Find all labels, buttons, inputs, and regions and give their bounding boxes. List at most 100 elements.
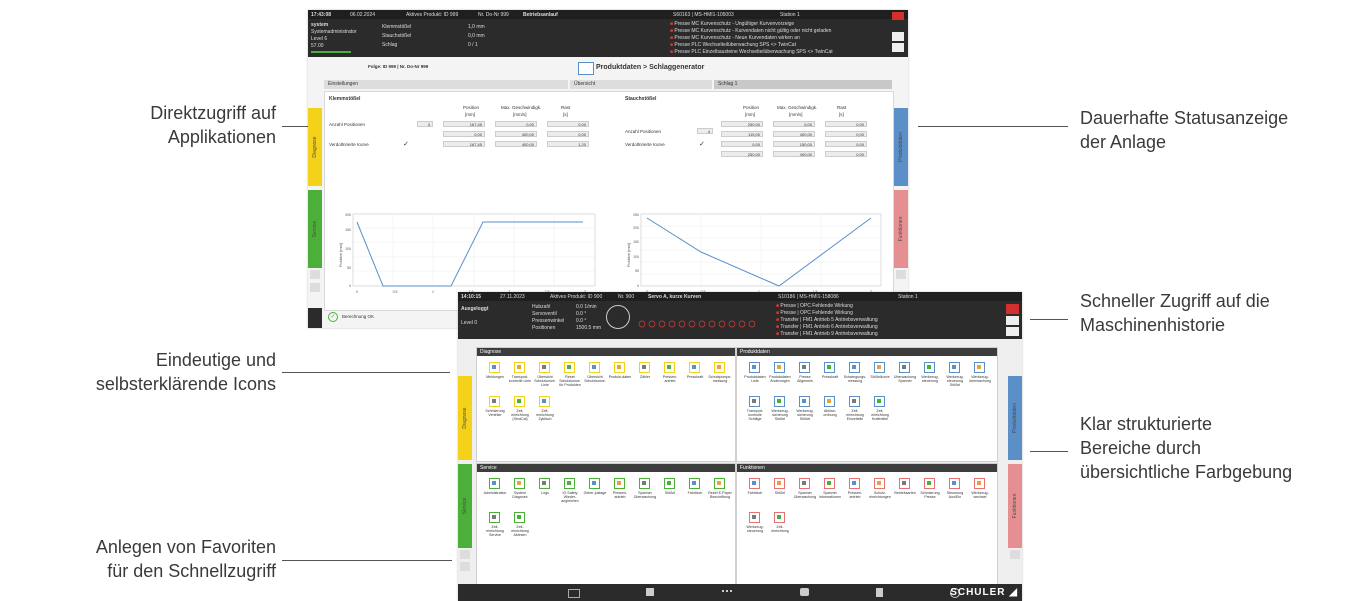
value-input[interactable]: 0,00 — [825, 121, 867, 127]
app-launcher-funktionen[interactable]: Zeit-einrichtung — [768, 512, 792, 544]
app-launcher-produktdaten[interactable]: Ablöse-ordnung — [818, 396, 842, 428]
app-launcher-produktdaten[interactable]: Zeit-einrichtung Kraftmittel — [868, 396, 892, 428]
up-arrow-icon[interactable] — [1006, 316, 1019, 325]
camera-icon[interactable] — [800, 588, 809, 596]
app-launcher-produktdaten[interactable]: Schwingungs-messung — [843, 362, 867, 394]
value-input[interactable]: 167,45 — [443, 121, 485, 127]
up-arrow-icon[interactable] — [892, 32, 904, 41]
app-launcher-produktdaten[interactable]: Presse Allgemein — [793, 362, 817, 394]
app-launcher-service[interactable]: Reset E-Paper Beschriftung — [708, 478, 732, 510]
value-input[interactable]: 400,00 — [495, 141, 537, 147]
app-launcher-funktionen[interactable]: Pressen-antrieb — [843, 478, 867, 510]
side-tab-produktdaten[interactable]: Produktdaten — [894, 108, 908, 186]
app-launcher-funktionen[interactable]: Fahrtisch — [743, 478, 767, 510]
side-tab-service[interactable]: Service — [308, 190, 322, 268]
app-launcher-produktdaten[interactable]: Produktdaten Änderungen — [768, 362, 792, 394]
value-input[interactable]: 400,00 — [773, 131, 815, 137]
app-launcher-produktdaten[interactable]: Werkzeug-steuerung — [918, 362, 942, 394]
value-input[interactable]: 400,00 — [773, 151, 815, 157]
app-launcher-produktdaten[interactable]: Werkzeug-steuerung Stößel — [943, 362, 967, 394]
app-launcher-produktdaten[interactable]: Werkzeug-sicherung Stößel — [768, 396, 792, 428]
app-launcher-diagnose[interactable]: Schmierung Verteiler — [483, 396, 507, 428]
app-launcher-funktionen[interactable]: Stößel — [768, 478, 792, 510]
app-launcher-produktdaten[interactable]: Stößelkurve — [868, 362, 892, 394]
app-launcher-service[interactable]: Spanner Überwachung — [633, 478, 657, 510]
app-launcher-diagnose[interactable]: Zeit-einrichtung (ShotCal) — [508, 396, 532, 428]
app-launcher-diagnose[interactable]: Übersicht Schutzkonze. — [583, 362, 607, 394]
app-launcher-funktionen[interactable]: Schmierung Presse — [918, 478, 942, 510]
logout-icon[interactable] — [308, 308, 322, 328]
history-icon[interactable] — [460, 562, 470, 571]
user-name[interactable]: system — [311, 22, 328, 28]
side-tab-funktionen[interactable]: Funktionen — [894, 190, 908, 268]
side-tab-diagnose[interactable]: Diagnose — [458, 376, 472, 460]
app-launcher-service[interactable]: Geber-justage — [583, 478, 607, 510]
value-input[interactable]: 115,00 — [721, 131, 763, 137]
apps-icon[interactable] — [646, 588, 654, 596]
active-product[interactable]: Aktives Produkt: ID 999 — [406, 12, 458, 18]
check-icon[interactable] — [892, 43, 904, 52]
app-launcher-diagnose[interactable]: Pressen-antrieb — [658, 362, 682, 394]
value-input[interactable]: 0,00 — [443, 131, 485, 137]
app-launcher-diagnose[interactable]: Schutzpumpe-messung — [708, 362, 732, 394]
count-input[interactable]: 4 — [697, 128, 713, 134]
check-icon[interactable]: ✓ — [403, 140, 409, 148]
side-tab-produktdaten[interactable]: Produktdaten — [1008, 376, 1022, 460]
app-launcher-diagnose[interactable]: Transport-kontrolle Linie — [508, 362, 532, 394]
app-launcher-funktionen[interactable]: Spanner Informationen — [818, 478, 842, 510]
app-launcher-produktdaten[interactable]: Zeit-einrichtung Einzelteile — [843, 396, 867, 428]
app-launcher-produktdaten[interactable]: Produktdaten Liste — [743, 362, 767, 394]
value-input[interactable]: 0,00 — [825, 131, 867, 137]
side-tab-service[interactable]: Service — [458, 464, 472, 548]
value-input[interactable]: 250,00 — [721, 121, 763, 127]
app-launcher-service[interactable]: IO Safety Wieder-angleichen — [558, 478, 582, 510]
app-launcher-diagnose[interactable]: Übersicht Schutzkonze. Linie — [533, 362, 557, 394]
value-input[interactable]: 0,00 — [547, 131, 589, 137]
app-launcher-produktdaten[interactable]: Werkzeug-sicherung Stößel — [793, 396, 817, 428]
active-product[interactable]: Aktives Produkt: ID 900 — [550, 294, 602, 300]
app-launcher-funktionen[interactable]: Werkzeug-steuerung — [743, 512, 767, 544]
message-list[interactable]: ■ Presse MC Kurvenschutz - Ungültiger Ku… — [670, 21, 875, 55]
count-input[interactable]: 3 — [417, 121, 433, 127]
check-icon[interactable]: ✓ — [699, 140, 705, 148]
app-launcher-service[interactable]: Zeit-einrichtung Service — [483, 512, 507, 544]
keyboard-icon[interactable] — [568, 589, 580, 598]
alarm-icon[interactable] — [892, 12, 904, 20]
value-input[interactable]: 0,00 — [773, 121, 815, 127]
app-launcher-funktionen[interactable]: Schutz-einrichtungen — [868, 478, 892, 510]
app-launcher-service[interactable]: Stößel — [658, 478, 682, 510]
app-launcher-service[interactable]: Logs — [533, 478, 557, 510]
back-icon[interactable] — [1010, 550, 1020, 559]
app-launcher-produktdaten[interactable]: Presskraft — [818, 362, 842, 394]
star-icon[interactable] — [310, 270, 320, 279]
app-launcher-service[interactable]: Zeit-einrichtung Ablesen — [508, 512, 532, 544]
star-icon[interactable] — [460, 550, 470, 559]
value-input[interactable]: 0,00 — [721, 141, 763, 147]
tab-uebersicht[interactable]: Übersicht — [570, 80, 712, 89]
app-launcher-service[interactable]: Pressen-antrieb — [608, 478, 632, 510]
app-launcher-funktionen[interactable]: Spanner Überwachung — [793, 478, 817, 510]
app-launcher-funktionen[interactable]: Werkzeug-wechsel — [968, 478, 992, 510]
user-name[interactable]: Ausgeloggt — [461, 306, 489, 312]
value-input[interactable]: 0,00 — [825, 151, 867, 157]
app-launcher-diagnose[interactable]: Meldungen — [483, 362, 507, 394]
network-icon[interactable] — [876, 588, 883, 597]
value-input[interactable]: 0,00 — [547, 121, 589, 127]
tab-schlag[interactable]: Schlag 1 — [714, 80, 892, 89]
app-launcher-diagnose[interactable]: Zähler — [633, 362, 657, 394]
app-launcher-funktionen[interactable]: Betriebsarten — [893, 478, 917, 510]
app-launcher-service[interactable]: System Diagnose — [508, 478, 532, 510]
app-launcher-diagnose[interactable]: Presskraft — [683, 362, 707, 394]
app-launcher-service[interactable]: Fahrtisch — [683, 478, 707, 510]
message-list[interactable]: ■ Presse | OPC Fehlende Wirkung ■ Presse… — [776, 303, 981, 337]
app-launcher-produktdaten[interactable]: Transport-kontrolle Schläge — [743, 396, 767, 428]
app-launcher-service[interactable]: Administration — [483, 478, 507, 510]
app-launcher-diagnose[interactable]: Zeit-einrichtung Zyklisch — [533, 396, 557, 428]
check-icon[interactable] — [1006, 327, 1019, 336]
value-input[interactable]: 400,00 — [495, 131, 537, 137]
app-launcher-funktionen[interactable]: Steuerung Aus/Ein — [943, 478, 967, 510]
more-icon[interactable] — [722, 590, 732, 596]
back-icon[interactable] — [896, 270, 906, 279]
value-input[interactable]: 250,00 — [721, 151, 763, 157]
app-launcher-produktdaten[interactable]: Überwachung Spanner — [893, 362, 917, 394]
